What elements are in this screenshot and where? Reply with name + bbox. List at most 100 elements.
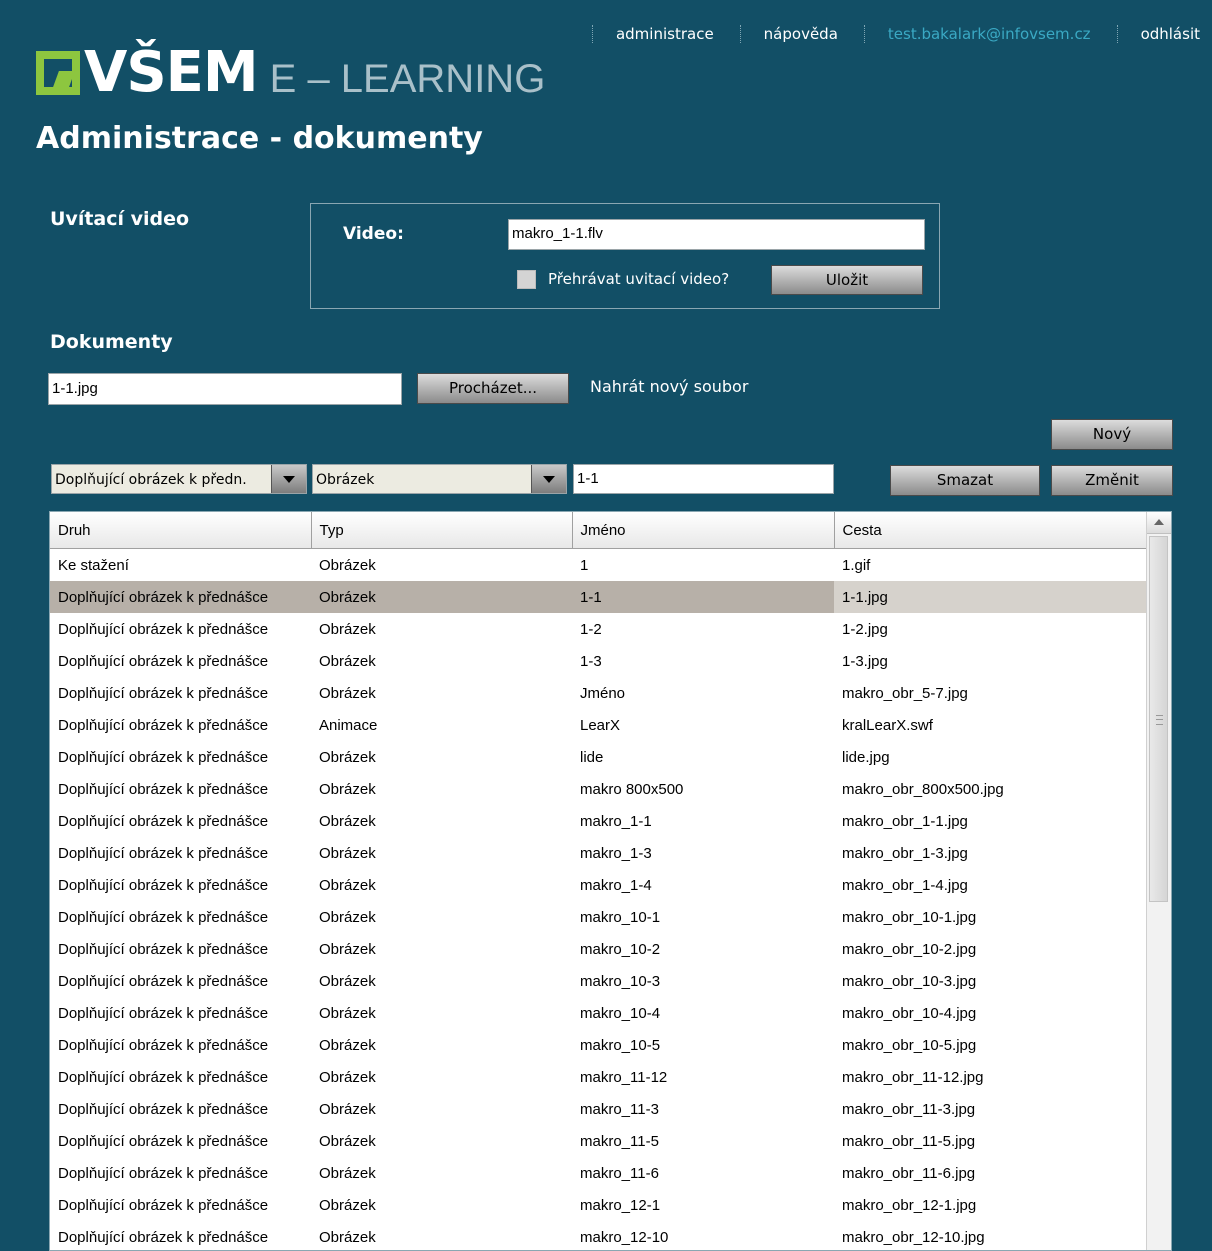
cell-jmeno: makro_1-1 [580,812,652,830]
chevron-down-icon[interactable] [531,465,566,493]
kind-select[interactable]: Doplňující obrázek k předn. [51,464,307,494]
table-scrollbar[interactable] [1146,512,1171,1250]
nav-link-logout[interactable]: odhlásit [1141,25,1200,43]
upload-new-file-label: Nahrát nový soubor [590,377,749,396]
table-row[interactable]: Doplňující obrázek k přednášce Obrázek mak… [50,805,1148,837]
cell-druh: Doplňující obrázek k přednášce [58,844,269,862]
cell-druh: Doplňující obrázek k přednášce [58,652,269,670]
column-header-jmeno[interactable]: Jméno [572,512,835,549]
cell-cesta: 1-3.jpg [842,652,888,670]
nav-link-napoveda[interactable]: nápověda [764,25,838,43]
file-path-field[interactable]: 1-1.jpg [48,373,402,405]
table-row[interactable]: Doplňující obrázek k přednášce Obrázek Jmé… [50,677,1148,709]
cell-jmeno: makro_10-4 [580,1004,661,1022]
table-row[interactable]: Doplňující obrázek k přednášce Obrázek mak… [50,1157,1148,1189]
cell-jmeno: makro_12-1 [580,1196,661,1214]
table-row[interactable]: Doplňující obrázek k přednášce Obrázek mak… [50,773,1148,805]
column-header-cesta[interactable]: Cesta [834,512,1149,549]
cell-jmeno: lide [580,748,604,766]
cell-typ: Obrázek [319,748,376,766]
name-field[interactable]: 1-1 [573,464,834,494]
cell-druh: Doplňující obrázek k přednášce [58,1228,269,1246]
cell-typ: Obrázek [319,1164,376,1182]
table-row[interactable]: Doplňující obrázek k přednášce Obrázek mak… [50,933,1148,965]
page-title: Administrace - dokumenty [36,121,483,156]
cell-cesta: makro_obr_800x500.jpg [842,780,1004,798]
browse-button[interactable]: Procházet... [417,373,569,404]
documents-heading: Dokumenty [50,331,173,353]
cell-cesta: makro_obr_11-6.jpg [842,1164,976,1182]
cell-typ: Obrázek [319,972,376,990]
table-row[interactable]: Doplňující obrázek k přednášce Obrázek mak… [50,1125,1148,1157]
cell-cesta: makro_obr_12-10.jpg [842,1228,985,1246]
cell-druh: Doplňující obrázek k přednášce [58,1100,269,1118]
table-row[interactable]: Doplňující obrázek k přednášce Obrázek mak… [50,837,1148,869]
cell-druh: Doplňující obrázek k přednášce [58,1164,269,1182]
table-row[interactable]: Doplňující obrázek k přednášce Obrázek mak… [50,997,1148,1029]
cell-typ: Obrázek [319,908,376,926]
cell-cesta: makro_obr_10-5.jpg [842,1036,977,1054]
cell-typ: Obrázek [319,876,376,894]
table-row[interactable]: Doplňující obrázek k přednášce Obrázek 1-2… [50,613,1148,645]
cell-cesta: 1-2.jpg [842,620,888,638]
new-button[interactable]: Nový [1051,419,1173,450]
cell-druh: Doplňující obrázek k přednášce [58,940,269,958]
cell-cesta: makro_obr_10-4.jpg [842,1004,977,1022]
change-button[interactable]: Změnit [1051,465,1173,496]
type-select-value: Obrázek [316,472,375,488]
nav-link-user-email[interactable]: test.bakalark@infovsem.cz [888,25,1091,43]
chevron-down-icon[interactable] [271,465,306,493]
scrollbar-thumb[interactable] [1149,536,1168,902]
table-row[interactable]: Doplňující obrázek k přednášce Obrázek lid… [50,741,1148,773]
cell-jmeno: makro 800x500 [580,780,684,798]
type-select[interactable]: Obrázek [312,464,567,494]
logo-mark-icon [36,51,80,95]
cell-druh: Doplňující obrázek k přednášce [50,581,311,613]
nav-link-administrace[interactable]: administrace [616,25,714,43]
cell-druh: Doplňující obrázek k přednášce [58,1004,269,1022]
table-row[interactable]: Doplňující obrázek k přednášce Obrázek mak… [50,901,1148,933]
table-row[interactable]: Doplňující obrázek k přednášce Obrázek mak… [50,1221,1148,1250]
cell-typ: Obrázek [319,780,376,798]
cell-druh: Doplňující obrázek k přednášce [58,620,269,638]
site-logo[interactable]: VŠEM E – LEARNING [36,40,545,106]
table-row[interactable]: Doplňující obrázek k přednášce Obrázek mak… [50,1093,1148,1125]
table-row[interactable]: Doplňující obrázek k přednášce Obrázek mak… [50,1061,1148,1093]
cell-cesta: makro_obr_10-2.jpg [842,940,977,958]
cell-typ: Obrázek [319,1132,376,1150]
column-header-druh[interactable]: Druh [50,512,312,549]
kind-select-value: Doplňující obrázek k předn. [55,472,247,488]
cell-cesta: makro_obr_11-12.jpg [842,1068,984,1086]
cell-cesta: makro_obr_1-3.jpg [842,844,968,862]
table-row[interactable]: Doplňující obrázek k přednášce Obrázek mak… [50,965,1148,997]
cell-jmeno: 1-2 [580,620,602,638]
cell-jmeno: Jméno [580,684,626,702]
delete-button[interactable]: Smazat [890,465,1040,496]
documents-table: Druh Typ Jméno Cesta Ke stažení Obrázek 1 1… [49,511,1172,1251]
cell-typ: Obrázek [319,1004,376,1022]
cell-cesta: makro_obr_5-7.jpg [842,684,968,702]
cell-druh: Doplňující obrázek k přednášce [58,780,269,798]
table-row[interactable]: Doplňující obrázek k přednášce Obrázek mak… [50,1189,1148,1221]
table-row[interactable]: Doplňující obrázek k přednášce Animace Lea… [50,709,1148,741]
table-row[interactable]: Doplňující obrázek k přednášce Obrázek mak… [50,869,1148,901]
top-navigation: administrace nápověda test.bakalark@info… [591,22,1212,46]
cell-cesta: makro_obr_12-1.jpg [842,1196,977,1214]
table-row[interactable]: Ke stažení Obrázek 1 1.gif [50,549,1148,582]
table-row[interactable]: Doplňující obrázek k přednášce Obrázek 1-3… [50,645,1148,677]
table-row[interactable]: Doplňující obrázek k přednášce Obrázek 1-1… [50,581,1148,613]
cell-jmeno: 1-3 [580,652,602,670]
table-row[interactable]: Doplňující obrázek k přednášce Obrázek mak… [50,1029,1148,1061]
cell-druh: Doplňující obrázek k přednášce [58,812,269,830]
cell-jmeno: makro_1-4 [580,876,652,894]
play-welcome-video-checkbox[interactable] [517,270,536,289]
play-welcome-video-label: Přehrávat uvitací video? [548,270,730,288]
cell-druh: Ke stažení [58,556,129,574]
logo-subtitle: E – LEARNING [269,56,546,101]
column-header-typ[interactable]: Typ [311,512,573,549]
save-button[interactable]: Uložit [771,265,923,295]
cell-jmeno: makro_1-3 [580,844,652,862]
nav-separator [863,25,866,43]
scroll-up-icon[interactable] [1147,512,1171,534]
video-field[interactable]: makro_1-1.flv [508,219,925,250]
